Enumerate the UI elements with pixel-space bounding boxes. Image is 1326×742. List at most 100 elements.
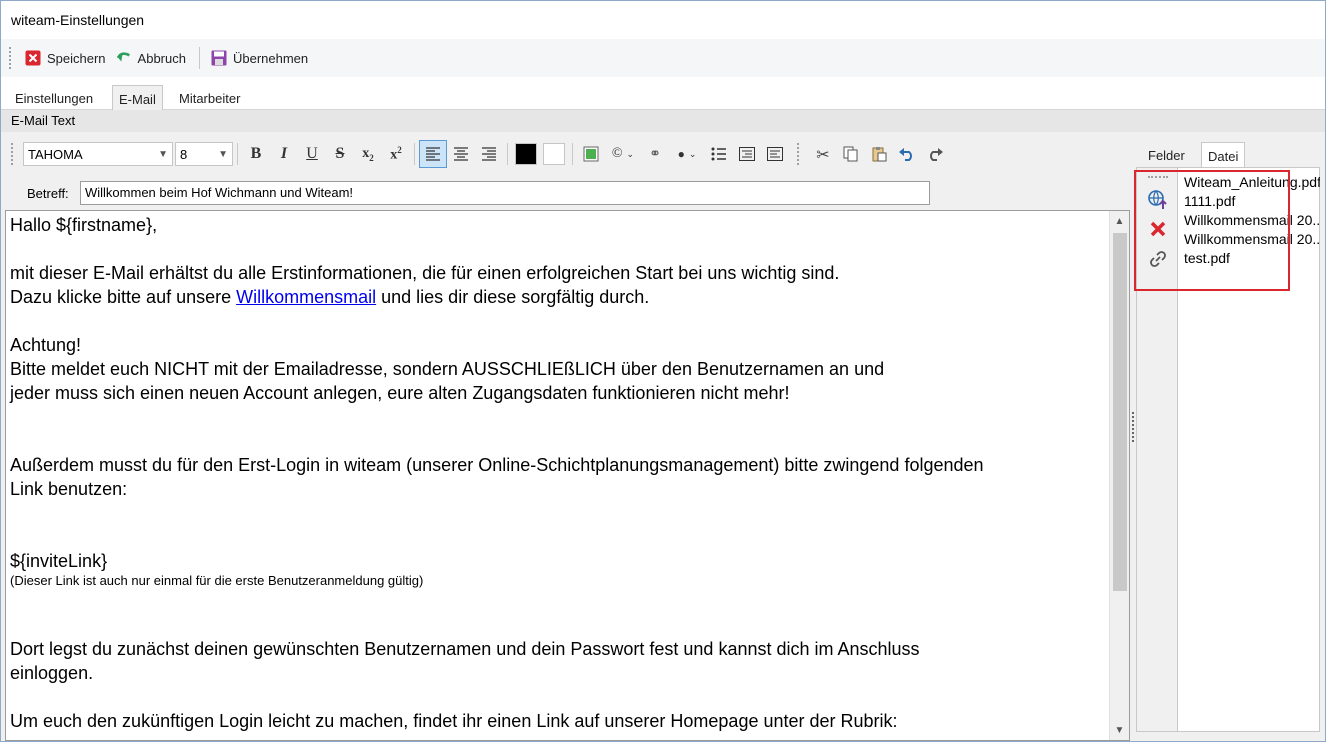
bold-button[interactable]: B (242, 140, 270, 168)
strikethrough-button[interactable]: S (326, 140, 354, 168)
body-blank-line (10, 685, 1108, 709)
body-invite: ${inviteLink} (10, 551, 108, 571)
superscript-icon: x2 (390, 144, 402, 163)
format-separator (237, 143, 238, 165)
scroll-up-icon[interactable]: ▲ (1110, 212, 1129, 230)
body-line2-before: Dazu klicke bitte auf unsere (10, 287, 237, 307)
splitter-grip[interactable] (1132, 412, 1135, 442)
format-toolbar-grip[interactable] (11, 143, 15, 165)
align-right-button[interactable] (475, 140, 503, 168)
tab-fields[interactable]: Felder (1142, 142, 1191, 167)
body-login1: Außerdem musst du für den Erst-Login in … (10, 455, 984, 475)
globe-upload-icon (1148, 190, 1167, 209)
right-panel: Felder Datei Witeam_Anleitung.pdf 1111.p… (1136, 132, 1325, 741)
tab-employees[interactable]: Mitarbeiter (173, 85, 246, 110)
superscript-button[interactable]: x2 (382, 140, 410, 168)
main-toolbar: Speichern Abbruch Übernehmen (1, 39, 1325, 77)
format-toolbar-grip[interactable] (797, 143, 801, 165)
underline-button[interactable]: U (298, 140, 326, 168)
subject-row: Betreff: Willkommen beim Hof Wichmann un… (1, 178, 1131, 208)
bullet-style-button[interactable]: ● ⌄ (669, 140, 705, 168)
body-blank-line (10, 613, 1108, 637)
list-item[interactable]: 1111.pdf (1184, 192, 1320, 211)
font-size-value: 8 (180, 146, 188, 162)
link-file-button[interactable] (1147, 248, 1169, 270)
body-setup2: einloggen. (10, 663, 94, 683)
body-blank-line (10, 501, 1108, 525)
body-invite-note: (Dieser Link ist auch nur einmal für die… (10, 573, 424, 588)
undo-arrow-icon (116, 50, 132, 66)
scissors-icon: ✂ (816, 144, 830, 164)
italic-button[interactable]: I (270, 140, 298, 168)
delete-x-icon (1150, 221, 1166, 237)
copyright-icon: © (611, 146, 623, 161)
cancel-button[interactable]: Abbruch (112, 45, 190, 71)
save-button[interactable]: Speichern (21, 45, 110, 71)
tab-file[interactable]: Datei (1201, 142, 1246, 167)
text-color-swatch (515, 143, 537, 165)
email-body-text[interactable]: Hallo ${firstname}, mit dieser E-Mail er… (10, 213, 1108, 733)
align-left-icon (426, 147, 440, 161)
font-family-select[interactable]: TAHOMA ▼ (23, 142, 173, 166)
toolbar-grip[interactable] (9, 47, 13, 69)
chevron-down-icon: ⌄ (626, 148, 635, 159)
undo-icon (899, 148, 912, 161)
subject-input[interactable]: Willkommen beim Hof Wichmann und Witeam! (80, 181, 930, 205)
list-item[interactable]: Witeam_Anleitung.pdf (1184, 173, 1320, 192)
highlight-color-button[interactable] (540, 140, 568, 168)
delete-file-button[interactable] (1147, 218, 1169, 240)
outdent-button[interactable] (733, 140, 761, 168)
paste-button[interactable] (865, 140, 893, 168)
copy-button[interactable] (837, 140, 865, 168)
welcome-mail-link[interactable]: Willkommensmail (236, 287, 376, 307)
body-blank-line (10, 429, 1108, 453)
scrollbar-thumb[interactable] (1113, 233, 1127, 591)
body-scrollbar[interactable]: ▲ ▼ (1109, 211, 1129, 740)
scroll-down-icon[interactable]: ▼ (1110, 721, 1129, 739)
body-future: Um euch den zukünftigen Login leicht zu … (10, 711, 898, 731)
undo-button[interactable] (893, 140, 921, 168)
font-size-select[interactable]: 8 ▼ (175, 142, 233, 166)
main-tabs: Einstellungen E-Mail Mitarbeiter (1, 77, 1325, 110)
tab-settings[interactable]: Einstellungen (9, 85, 99, 110)
apply-button[interactable]: Übernehmen (207, 45, 312, 71)
list-item[interactable]: test.pdf (1184, 249, 1320, 268)
cut-button[interactable]: ✂ (809, 140, 837, 168)
text-color-button[interactable] (512, 140, 540, 168)
align-left-button[interactable] (419, 140, 447, 168)
chevron-down-icon: ▼ (218, 148, 228, 160)
body-blank-line (10, 309, 1108, 333)
body-setup1: Dort legst du zunächst deinen gewünschte… (10, 639, 920, 659)
indent-button[interactable] (761, 140, 789, 168)
outdent-icon (739, 147, 755, 161)
file-actions-grip[interactable] (1148, 176, 1168, 178)
subject-label: Betreff: (27, 186, 69, 201)
insert-link-button[interactable]: ⚭ (641, 140, 669, 168)
body-warn2: jeder muss sich einen neuen Account anle… (10, 383, 790, 403)
body-warn1: Bitte meldet euch NICHT mit der Emailadr… (10, 359, 885, 379)
upload-file-button[interactable] (1147, 188, 1169, 210)
email-body-editor[interactable]: Hallo ${firstname}, mit dieser E-Mail er… (5, 210, 1130, 741)
email-editor-area: TAHOMA ▼ 8 ▼ B I U S x2 x2 © ⌄ ⚭ ● ⌄ ✂ B… (1, 132, 1131, 741)
redo-icon (930, 148, 943, 161)
italic-icon: I (280, 145, 288, 162)
cancel-button-label: Abbruch (137, 50, 186, 66)
list-item[interactable]: Willkommensmail 20... (1184, 230, 1320, 249)
insert-image-button[interactable] (577, 140, 605, 168)
body-attention: Achtung! (10, 335, 82, 355)
body-blank-line (10, 589, 1108, 613)
list-item[interactable]: Willkommensmail 20... (1184, 211, 1320, 230)
format-toolbar: TAHOMA ▼ 8 ▼ B I U S x2 x2 © ⌄ ⚭ ● ⌄ ✂ (1, 136, 1131, 172)
bullet-list-button[interactable] (705, 140, 733, 168)
subscript-button[interactable]: x2 (354, 140, 382, 168)
align-center-button[interactable] (447, 140, 475, 168)
insert-symbol-button[interactable]: © ⌄ (605, 140, 641, 168)
redo-button[interactable] (921, 140, 949, 168)
font-family-value: TAHOMA (28, 146, 83, 162)
format-separator (414, 143, 415, 165)
body-intro: mit dieser E-Mail erhältst du alle Ersti… (10, 263, 840, 283)
align-center-icon (454, 147, 468, 161)
strikethrough-icon: S (335, 145, 345, 162)
tab-email[interactable]: E-Mail (112, 85, 163, 110)
apply-button-label: Übernehmen (232, 50, 309, 66)
